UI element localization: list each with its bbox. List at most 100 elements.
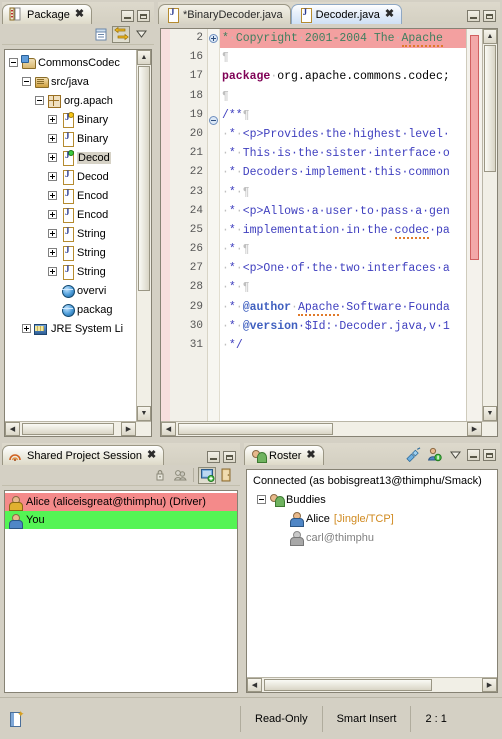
tab-package-explorer[interactable]: Package ✖: [2, 4, 93, 24]
tree-item[interactable]: String: [5, 243, 151, 262]
folding-ruler[interactable]: [208, 29, 220, 421]
package-tree[interactable]: CommonsCodec src/java org.apach Binary Binar…: [5, 50, 151, 338]
minimize-icon[interactable]: [121, 10, 134, 22]
code-line[interactable]: ·*·implementation·in·the·codec·pa: [220, 221, 466, 240]
tree-expander-plus[interactable]: [48, 229, 57, 238]
scroll-left-button[interactable]: ◀: [5, 422, 20, 436]
fold-expand-icon[interactable]: [209, 34, 218, 43]
scroll-thumb[interactable]: [178, 423, 333, 435]
tab-decoder-java[interactable]: Decoder.java ✖: [290, 4, 403, 24]
maximize-icon[interactable]: [137, 10, 150, 22]
scroll-up-button[interactable]: ▲: [137, 50, 151, 65]
tree-expander-plus[interactable]: [48, 191, 57, 200]
tree-expander-plus[interactable]: [48, 172, 57, 181]
tree-item[interactable]: overvi: [5, 281, 151, 300]
tree-expander-minus[interactable]: [22, 77, 31, 86]
follow-mode-icon[interactable]: [171, 467, 189, 484]
session-participant[interactable]: Alice (aliceisgreat@thimphu) (Driver): [5, 493, 237, 511]
tree-expander-plus[interactable]: [48, 210, 57, 219]
scroll-right-button[interactable]: ▶: [121, 422, 136, 436]
tree-item[interactable]: String: [5, 262, 151, 281]
code-line[interactable]: ·*·@author·Apache·Software·Founda: [220, 298, 466, 317]
add-contact-icon[interactable]: [425, 446, 443, 463]
fold-toggle[interactable]: [208, 115, 219, 135]
code-line[interactable]: ¶: [220, 48, 466, 67]
scroll-left-button[interactable]: ◀: [247, 678, 262, 692]
roster-item[interactable]: Buddies: [247, 490, 497, 509]
tree-item[interactable]: Binary: [5, 110, 151, 129]
code-line[interactable]: ·*·¶: [220, 240, 466, 259]
tab-roster[interactable]: Roster ✖: [244, 445, 324, 465]
session-participant[interactable]: You: [5, 511, 237, 529]
code-line[interactable]: ·*·¶: [220, 278, 466, 297]
tree-expander-minus[interactable]: [257, 495, 266, 504]
scroll-thumb[interactable]: [484, 45, 496, 172]
share-project-icon[interactable]: [198, 466, 216, 484]
maximize-icon[interactable]: [483, 448, 496, 461]
roster-item[interactable]: Alice [Jingle/TCP]: [247, 509, 497, 528]
scroll-down-button[interactable]: ▼: [483, 406, 497, 421]
tree-expander-plus[interactable]: [48, 248, 57, 257]
code-line[interactable]: ·*·@version·$Id:·Decoder.java,v·1: [220, 317, 466, 336]
minimize-icon[interactable]: [207, 451, 220, 463]
code-line[interactable]: ·*·<p>One·of·the·two·interfaces·a: [220, 259, 466, 278]
editor-vscrollbar[interactable]: ▲ ▼: [482, 29, 497, 421]
code-line[interactable]: ¶: [220, 87, 466, 106]
tree-item[interactable]: Encod: [5, 205, 151, 224]
code-line[interactable]: ·*·¶: [220, 183, 466, 202]
tree-expander-plus[interactable]: [22, 324, 31, 333]
package-tree-hscrollbar[interactable]: ◀ ▶: [5, 421, 151, 436]
tree-expander-plus[interactable]: [48, 153, 57, 162]
tree-expander-minus[interactable]: [9, 58, 18, 67]
tree-item[interactable]: Decod: [5, 167, 151, 186]
minimize-icon[interactable]: [467, 10, 480, 22]
session-participant-list[interactable]: Alice (aliceisgreat@thimphu) (Driver) You: [5, 491, 237, 529]
tab-shared-project-session[interactable]: Shared Project Session ✖: [2, 445, 165, 465]
scroll-up-button[interactable]: ▲: [483, 29, 497, 44]
tree-expander-plus[interactable]: [48, 134, 57, 143]
fold-collapse-icon[interactable]: [209, 115, 218, 125]
view-menu-icon[interactable]: [446, 446, 464, 463]
scroll-thumb[interactable]: [264, 679, 432, 691]
tree-item[interactable]: src/java: [5, 72, 151, 91]
close-icon[interactable]: ✖: [385, 9, 394, 20]
tab-binarydecoder-java[interactable]: *BinaryDecoder.java: [158, 4, 291, 24]
leave-session-icon[interactable]: [218, 467, 236, 484]
code-line[interactable]: *·Copyright·2001-2004·The·Apache: [220, 29, 466, 49]
tree-expander-plus[interactable]: [48, 267, 57, 276]
annotation-marker[interactable]: [470, 35, 479, 260]
scroll-thumb[interactable]: [138, 66, 150, 291]
tree-item[interactable]: String: [5, 224, 151, 243]
tree-expander-plus[interactable]: [48, 115, 57, 124]
code-line[interactable]: ·*/: [220, 336, 466, 355]
roster-hscrollbar[interactable]: ◀ ▶: [247, 677, 497, 692]
view-menu-icon[interactable]: [132, 26, 150, 43]
scroll-right-button[interactable]: ▶: [482, 678, 497, 692]
tree-expander-minus[interactable]: [35, 96, 44, 105]
package-tree-vscrollbar[interactable]: ▲ ▼: [136, 50, 151, 421]
close-icon[interactable]: ✖: [147, 450, 156, 461]
driver-role-icon[interactable]: [151, 467, 169, 484]
close-icon[interactable]: ✖: [306, 450, 315, 461]
tree-item[interactable]: JRE System Li: [5, 319, 151, 338]
editor-hscrollbar[interactable]: ◀ ▶: [161, 421, 497, 436]
close-icon[interactable]: ✖: [75, 9, 84, 20]
tree-item[interactable]: org.apach: [5, 91, 151, 110]
code-line[interactable]: package·org.apache.commons.codec;: [220, 67, 466, 86]
code-line[interactable]: ·*·<p>Provides·the·highest·level·: [220, 125, 466, 144]
code-line[interactable]: ·*·<p>Allows·a·user·to·pass·a·gen: [220, 202, 466, 221]
tree-item[interactable]: Encod: [5, 186, 151, 205]
roster-item[interactable]: carl@thimphu: [247, 528, 497, 547]
maximize-icon[interactable]: [483, 10, 496, 22]
roster-tree[interactable]: Buddies Alice [Jingle/TCP] carl@thimphu: [247, 490, 497, 547]
scroll-right-button[interactable]: ▶: [467, 422, 482, 436]
scroll-down-button[interactable]: ▼: [137, 406, 151, 421]
code-text-area[interactable]: *·Copyright·2001-2004·The·Apache ¶ package…: [220, 29, 466, 421]
collapse-all-icon[interactable]: [92, 26, 110, 43]
link-with-editor-icon[interactable]: [112, 25, 130, 43]
overview-ruler[interactable]: [466, 29, 482, 421]
maximize-icon[interactable]: [223, 451, 236, 463]
fold-toggle[interactable]: [208, 34, 219, 53]
code-line[interactable]: ·*·This·is·the·sister·interface·o: [220, 144, 466, 163]
code-line[interactable]: /**¶: [220, 106, 466, 125]
